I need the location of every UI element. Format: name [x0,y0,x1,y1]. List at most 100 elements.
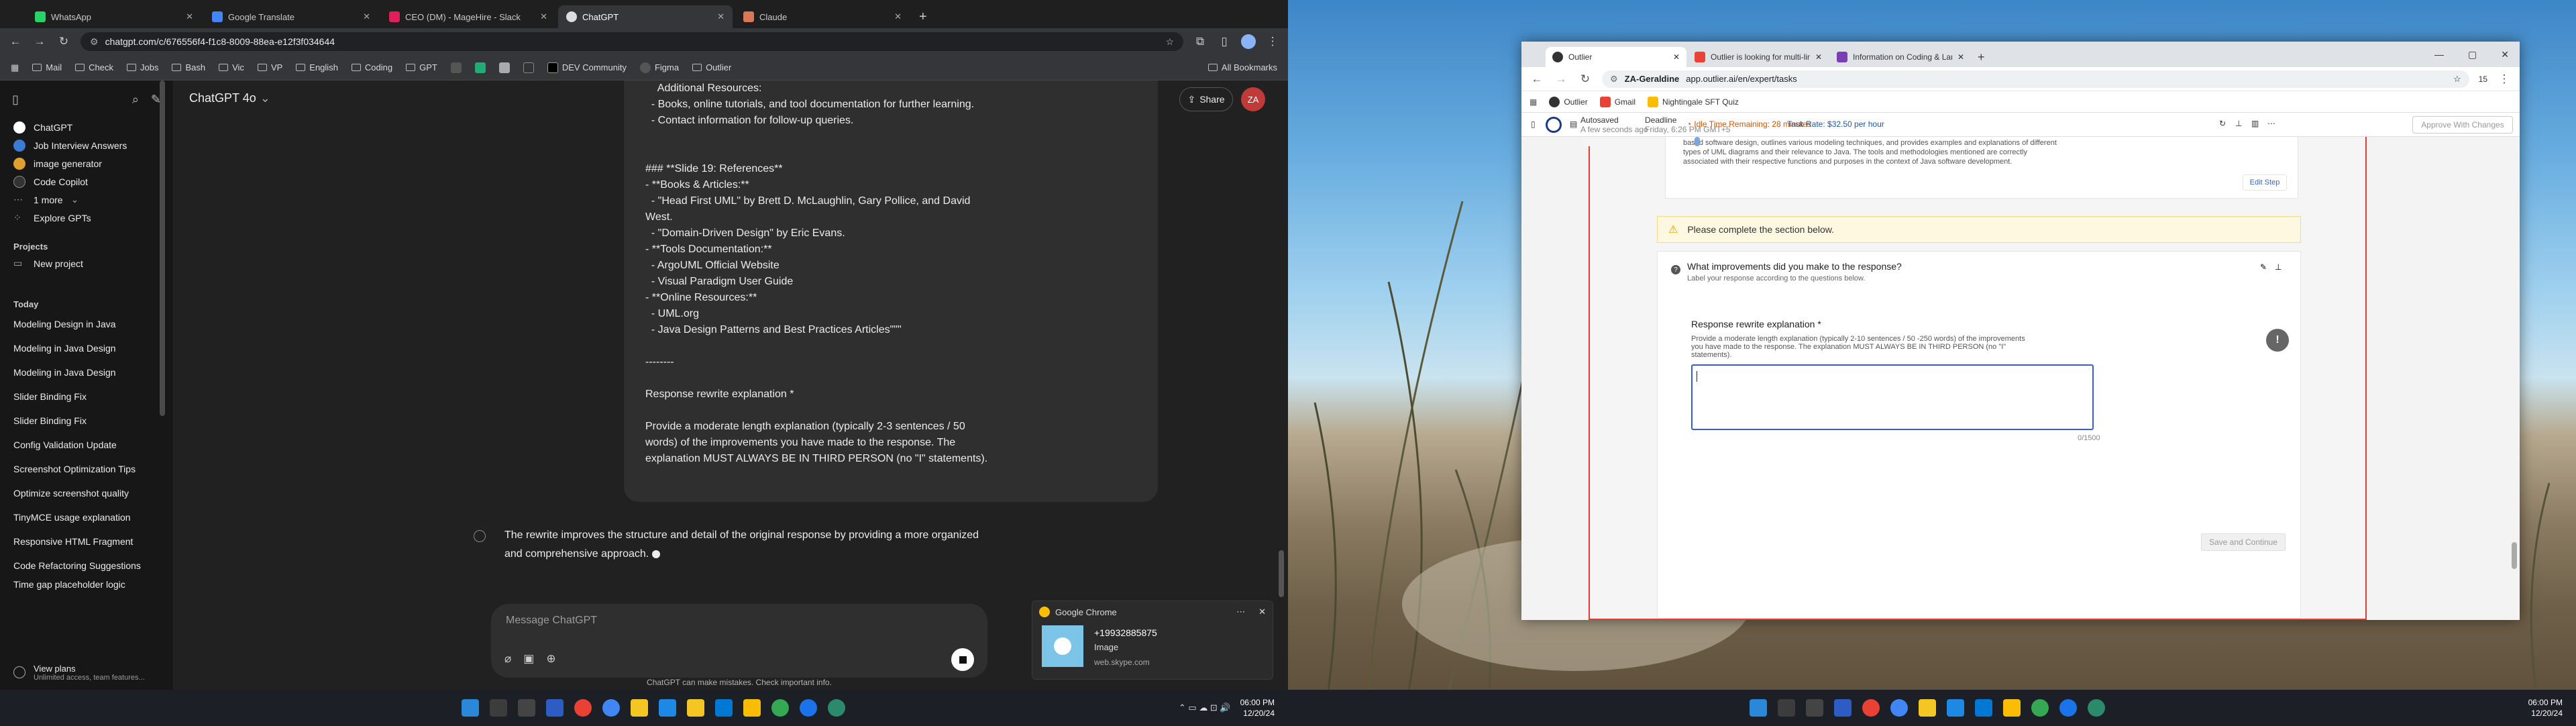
bookmark-english[interactable]: English [296,62,338,72]
bookmark-bash[interactable]: Bash [172,62,205,72]
feedback-icon[interactable]: ! [2266,329,2289,352]
new-tab-button[interactable]: + [1972,47,1990,67]
tab-whatsapp[interactable]: WhatsApp ✕ [27,5,201,28]
bookmark-icon-3[interactable] [498,62,510,73]
more-icon[interactable]: ⋯ [2267,119,2275,128]
new-tab-button[interactable]: + [912,5,934,28]
bookmark-icon[interactable]: ▥ [2251,119,2259,128]
profile-avatar[interactable] [1241,34,1256,49]
refresh-icon[interactable]: ↻ [2219,119,2226,128]
menu-icon[interactable]: ⋮ [1265,35,1280,48]
pin-icon[interactable]: ⊥ [2235,119,2242,128]
bookmark-figma[interactable]: Figma [639,62,679,73]
chrome-icon[interactable] [2031,699,2049,717]
close-icon[interactable]: ✕ [894,11,902,22]
forward-icon[interactable]: → [32,35,47,48]
avatar[interactable]: ZA [1241,87,1265,111]
history-item[interactable]: Modeling in Java Design [0,336,173,360]
tab-claude[interactable]: Claude ✕ [735,5,910,28]
app-icon[interactable] [1947,699,1964,717]
app-icon[interactable] [828,699,845,717]
bookmark-check[interactable]: Check [75,62,113,72]
minimize-icon[interactable]: — [2434,49,2444,60]
history-item[interactable]: Modeling in Java Design [0,360,173,384]
clock[interactable]: 06:00 PM 12/20/24 [1240,697,1275,719]
forward-icon[interactable]: → [1554,72,1568,86]
bookmark-icon-4[interactable] [523,62,534,73]
site-info-icon[interactable]: ⚙ [90,36,99,48]
extension-badge[interactable]: 15 [2479,74,2487,84]
close-icon[interactable]: ✕ [186,11,193,22]
close-icon[interactable]: ✕ [717,11,724,22]
bookmark-gpt[interactable]: GPT [406,62,437,72]
sidebar-item-explore[interactable]: ⁘ Explore GPTs [0,209,173,227]
bookmark-vp[interactable]: VP [257,62,282,72]
panel-toggle-icon[interactable]: ▯ [1531,119,1536,129]
new-project-button[interactable]: ▭ New project [0,254,173,272]
site-info-icon[interactable]: ⚙ [1610,74,1618,85]
apps-grid-icon[interactable]: ▦ [11,62,19,73]
app-icon[interactable] [546,699,564,717]
windows-start-icon[interactable] [462,699,479,717]
app-icon[interactable] [743,699,761,717]
task-view-icon[interactable] [490,699,507,717]
star-icon[interactable]: ☆ [2453,74,2461,85]
tab-chatgpt[interactable]: ChatGPT ✕ [558,5,733,28]
bookmark-outlier[interactable]: Outlier [1549,96,1588,107]
app-icon[interactable] [2088,699,2105,717]
chrome-icon[interactable] [574,699,592,717]
menu-icon[interactable]: ⋮ [2497,72,2512,86]
sidebar-item-code-copilot[interactable]: Code Copilot [0,172,173,191]
share-button[interactable]: ⇪ Share [1179,87,1233,111]
stop-button[interactable] [951,648,974,671]
history-item[interactable]: Slider Binding Fix [0,384,173,409]
history-item[interactable]: Screenshot Optimization Tips [0,457,173,481]
close-window-icon[interactable]: ✕ [2501,49,2509,60]
star-icon[interactable]: ☆ [1165,36,1174,48]
tab-information[interactable]: Information on Coding & Lang ✕ [1830,47,1971,67]
comment-icon[interactable]: ✎ [2260,262,2267,272]
back-icon[interactable]: ← [8,35,23,48]
bookmark-icon-1[interactable] [450,62,462,73]
chat-scrollbar[interactable] [1279,550,1284,597]
all-bookmarks[interactable]: All Bookmarks [1208,62,1277,72]
close-icon[interactable]: ✕ [1258,607,1266,617]
history-item[interactable]: Optimize screenshot quality [0,481,173,505]
reload-icon[interactable]: ↻ [1578,72,1593,86]
history-item[interactable]: Modeling Design in Java [0,312,173,336]
sidebar-item-chatgpt[interactable]: ChatGPT [0,118,173,136]
chrome-icon[interactable] [2059,699,2077,717]
close-icon[interactable]: ✕ [1673,52,1680,62]
windows-start-icon[interactable] [1750,699,1767,717]
sidebar-item-job-interview[interactable]: Job Interview Answers [0,136,173,154]
message-composer[interactable]: Message ChatGPT ⌀ ▣ ⊕ [491,604,987,678]
vscode-icon[interactable] [715,699,733,717]
bookmark-mail[interactable]: Mail [32,62,62,72]
tab-google-translate[interactable]: Google Translate ✕ [204,5,378,28]
apps-grid-icon[interactable]: ▦ [1529,97,1537,107]
sidebar-toggle-icon[interactable]: ▯ [12,93,19,107]
file-explorer-icon[interactable] [631,699,648,717]
chrome-icon[interactable] [800,699,817,717]
sidebar-scrollbar[interactable] [160,81,165,416]
tab-gmail[interactable]: Outlier is looking for multi-ling ✕ [1688,47,1829,67]
history-item[interactable]: Code Refactoring Suggestions [0,554,173,578]
chrome-icon[interactable] [771,699,789,717]
view-plans-button[interactable]: View plans Unlimited access, team featur… [0,655,173,690]
terminal-icon[interactable] [518,699,535,717]
close-icon[interactable]: ✕ [1815,52,1822,62]
rewrite-explanation-textarea[interactable] [1691,364,2094,430]
history-item[interactable]: TinyMCE usage explanation [0,505,173,529]
app-icon[interactable] [659,699,676,717]
reload-icon[interactable]: ↻ [56,35,71,48]
edit-step-button[interactable]: Edit Step [2243,174,2287,191]
sidebar-item-more[interactable]: ⋯ 1 more ⌄ [0,191,173,209]
sidebar-icon[interactable]: ▯ [1217,35,1232,48]
bookmark-icon-2[interactable] [474,62,486,73]
clock[interactable]: 06:00 PM 12/20/24 [2528,697,2563,719]
vscode-icon[interactable] [1975,699,1992,717]
close-icon[interactable]: ✕ [1957,52,1964,62]
page-scrollbar[interactable] [2512,542,2517,569]
history-item[interactable]: Responsive HTML Fragment [0,529,173,554]
chrome-icon[interactable] [1862,699,1880,717]
